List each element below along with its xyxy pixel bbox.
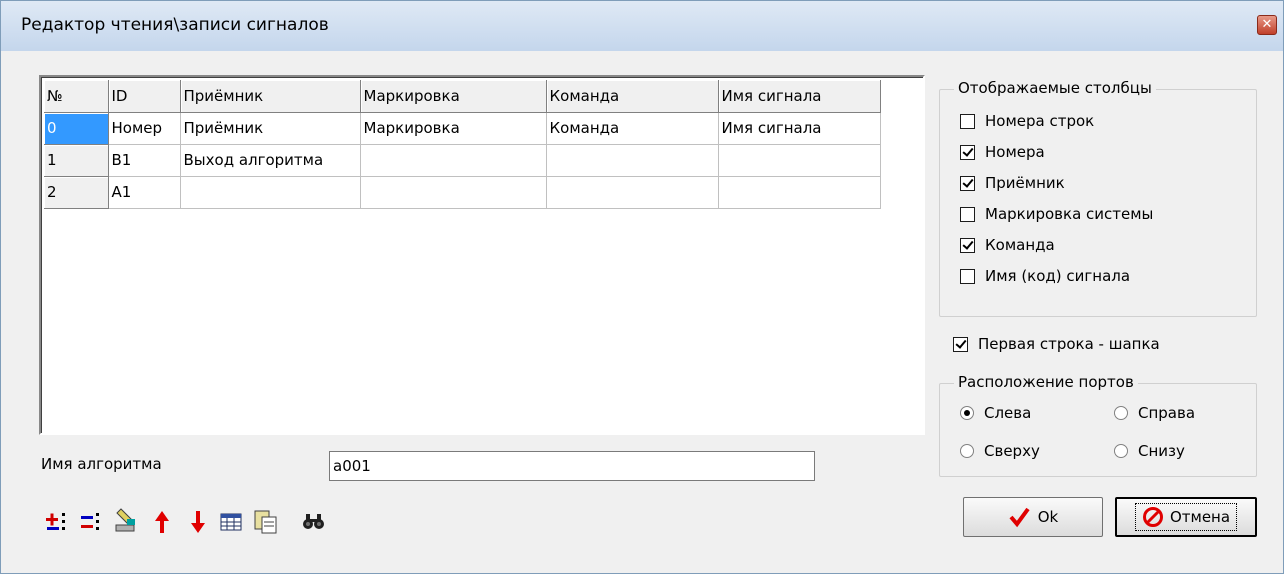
table-cell[interactable]: Выход алгоритма	[180, 144, 361, 177]
row-number-cell[interactable]: 0	[44, 112, 109, 145]
signals-grid[interactable]: № ID Приёмник Маркировка Команда Имя сиг…	[39, 75, 925, 435]
radio-bottom[interactable]: Снизу	[1114, 440, 1185, 462]
table-cell[interactable]: A1	[108, 176, 181, 209]
table-cell[interactable]	[718, 144, 881, 177]
client-area: № ID Приёмник Маркировка Команда Имя сиг…	[5, 51, 1277, 567]
signal-name-checkbox[interactable]	[960, 268, 975, 284]
checkbox-label: Имя (код) сигнала	[985, 267, 1131, 285]
checkbox-label: Приёмник	[985, 174, 1065, 192]
radio-left[interactable]: Слева	[960, 402, 1031, 424]
close-icon: ✕	[1261, 17, 1273, 32]
add-row-icon[interactable]	[45, 507, 71, 537]
checkbox-header-row[interactable]: Первая строка - шапка	[953, 333, 1160, 355]
paste-icon[interactable]	[253, 507, 279, 537]
radio-label: Слева	[984, 404, 1032, 422]
right-radio[interactable]	[1114, 406, 1128, 420]
col-header-marking[interactable]: Маркировка	[360, 80, 547, 113]
move-up-icon[interactable]	[149, 507, 175, 537]
table-cell[interactable]: Имя сигнала	[718, 112, 881, 145]
table-row[interactable]: 1 B1 Выход алгоритма	[44, 144, 881, 177]
bottom-radio[interactable]	[1114, 444, 1128, 458]
checkbox-command[interactable]: Команда	[960, 234, 1055, 256]
checkbox-receiver[interactable]: Приёмник	[960, 172, 1065, 194]
ports-group-title: Расположение портов	[954, 373, 1138, 391]
signals-table: № ID Приёмник Маркировка Команда Имя сиг…	[44, 80, 881, 209]
radio-label: Сверху	[984, 442, 1040, 460]
cancel-button[interactable]: Отмена	[1115, 497, 1257, 537]
algorithm-name-label: Имя алгоритма	[41, 455, 162, 473]
numbers-checkbox[interactable]	[960, 144, 975, 160]
checkbox-numbers[interactable]: Номера	[960, 141, 1045, 163]
table-cell[interactable]	[180, 176, 361, 209]
delete-row-icon[interactable]	[79, 507, 105, 537]
radio-label: Снизу	[1138, 442, 1185, 460]
table-row[interactable]: 0 Номер Приёмник Маркировка Команда Имя …	[44, 112, 881, 145]
checkbox-label: Команда	[985, 236, 1055, 254]
col-header-receiver[interactable]: Приёмник	[180, 80, 361, 113]
find-icon[interactable]	[301, 507, 327, 537]
table-cell[interactable]	[360, 176, 547, 209]
checkbox-signal-name[interactable]: Имя (код) сигнала	[960, 265, 1130, 287]
ok-button[interactable]: Ok	[963, 497, 1103, 537]
checkbox-label: Номера	[985, 143, 1045, 161]
table-cell[interactable]	[360, 144, 547, 177]
checkbox-label: Маркировка системы	[985, 205, 1154, 223]
table-row[interactable]: 2 A1	[44, 176, 881, 209]
table-cell[interactable]	[546, 176, 719, 209]
editor-window: Редактор чтения\записи сигналов ✕ № ID П…	[0, 0, 1284, 574]
algorithm-name-input[interactable]	[329, 451, 815, 481]
close-button[interactable]: ✕	[1257, 15, 1277, 35]
system-marking-checkbox[interactable]	[960, 206, 975, 222]
move-down-icon[interactable]	[185, 507, 211, 537]
table-cell[interactable]: B1	[108, 144, 181, 177]
table-cell[interactable]: Номер	[108, 112, 181, 145]
title-bar[interactable]: Редактор чтения\записи сигналов ✕	[1, 1, 1283, 51]
checkbox-label: Первая строка - шапка	[978, 335, 1160, 353]
left-radio[interactable]	[960, 406, 974, 420]
row-number-cell[interactable]: 1	[44, 144, 109, 177]
table-cell[interactable]	[546, 144, 719, 177]
command-checkbox[interactable]	[960, 237, 975, 253]
table-icon[interactable]	[219, 507, 245, 537]
table-cell[interactable]	[718, 176, 881, 209]
columns-group-title: Отображаемые столбцы	[954, 79, 1156, 97]
columns-group: Отображаемые столбцы Номера строк Номера…	[939, 79, 1257, 317]
ok-button-label: Ok	[1037, 508, 1059, 526]
col-header-signal-name[interactable]: Имя сигнала	[718, 80, 881, 113]
col-header-command[interactable]: Команда	[546, 80, 719, 113]
radio-label: Справа	[1138, 404, 1196, 422]
cancel-button-label: Отмена	[1169, 508, 1231, 526]
cancel-icon	[1142, 507, 1163, 527]
ports-group: Расположение портов Слева Справа Сверху …	[939, 373, 1257, 477]
col-header-id[interactable]: ID	[108, 80, 181, 113]
table-cell[interactable]: Приёмник	[180, 112, 361, 145]
top-radio[interactable]	[960, 444, 974, 458]
receiver-checkbox[interactable]	[960, 175, 975, 191]
row-number-cell[interactable]: 2	[44, 176, 109, 209]
cancel-button-focus: Отмена	[1134, 503, 1238, 531]
table-cell[interactable]: Команда	[546, 112, 719, 145]
grid-header-row: № ID Приёмник Маркировка Команда Имя сиг…	[44, 80, 881, 113]
radio-right[interactable]: Справа	[1114, 402, 1195, 424]
checkbox-row-numbers[interactable]: Номера строк	[960, 110, 1094, 132]
checkbox-label: Номера строк	[985, 112, 1095, 130]
radio-top[interactable]: Сверху	[960, 440, 1040, 462]
checkmark-icon	[1009, 507, 1030, 528]
edit-icon[interactable]	[113, 507, 139, 537]
header-row-checkbox[interactable]	[953, 336, 968, 352]
col-header-number[interactable]: №	[44, 80, 109, 113]
row-numbers-checkbox[interactable]	[960, 113, 975, 129]
window-title: Редактор чтения\записи сигналов	[21, 15, 329, 35]
table-cell[interactable]: Маркировка	[360, 112, 547, 145]
checkbox-system-marking[interactable]: Маркировка системы	[960, 203, 1153, 225]
